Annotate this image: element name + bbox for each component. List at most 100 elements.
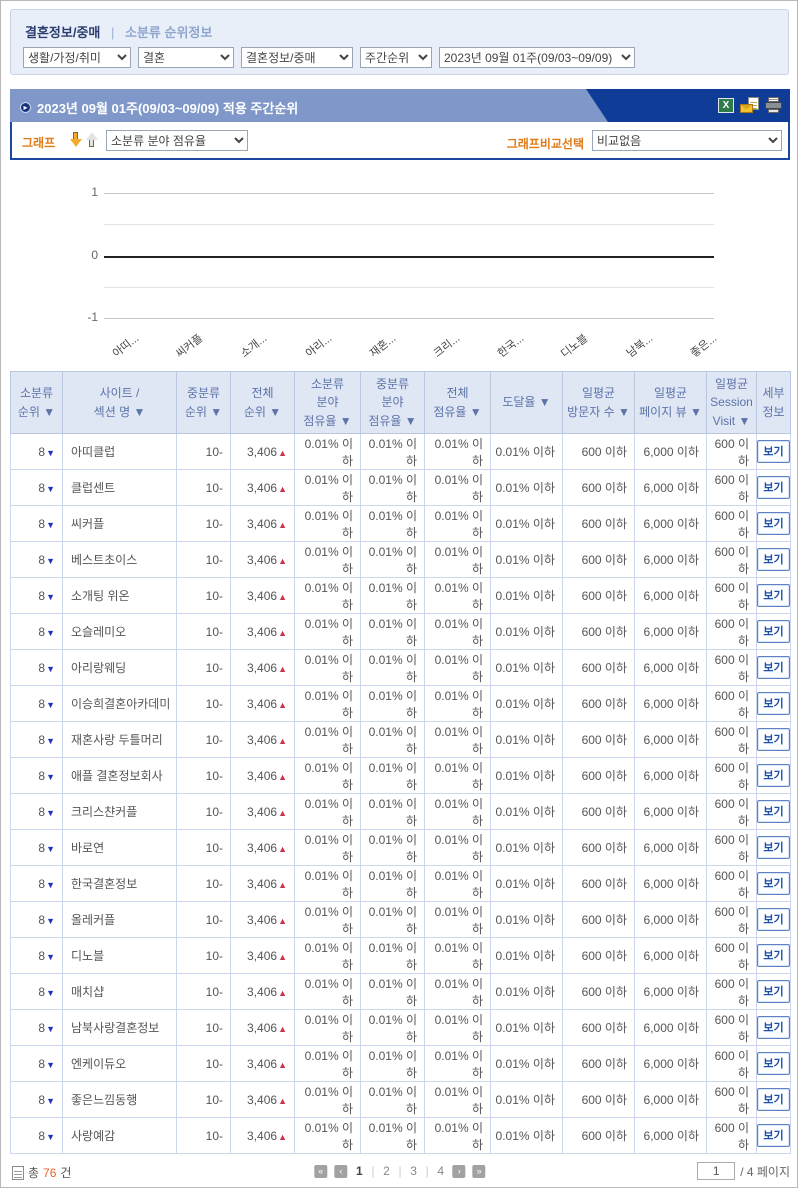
- cell-pageviews: 6,000 이하: [635, 686, 707, 722]
- rank-up-arrow: ▲: [278, 916, 287, 926]
- column-header-site-name[interactable]: 사이트 / 섹션 명 ▼: [63, 372, 177, 434]
- view-detail-button[interactable]: 보기: [757, 692, 789, 715]
- sort-ascending-arrow-icon[interactable]: [86, 132, 98, 147]
- cell-reach: 0.01% 이하: [491, 794, 563, 830]
- column-header-sub-share[interactable]: 소분류 분야 점유율 ▼: [295, 372, 361, 434]
- cell-pageviews: 6,000 이하: [635, 1010, 707, 1046]
- cell-visitors: 600 이하: [563, 542, 635, 578]
- excel-export-icon[interactable]: [718, 98, 734, 113]
- pagination-first-button[interactable]: «: [314, 1165, 327, 1178]
- column-header-sessions[interactable]: 일평균 Session Visit ▼: [707, 372, 757, 434]
- mail-export-icon[interactable]: [740, 97, 759, 113]
- pagination-page-2[interactable]: 2: [381, 1164, 391, 1178]
- gridline-4: [104, 318, 714, 319]
- sort-descending-arrow-icon[interactable]: [70, 132, 82, 147]
- cell-sub-share: 0.01% 이하: [295, 542, 361, 578]
- cell-reach: 0.01% 이하: [491, 1082, 563, 1118]
- cell-sub-share: 0.01% 이하: [295, 722, 361, 758]
- view-detail-button[interactable]: 보기: [757, 836, 789, 859]
- pagination-page-3[interactable]: 3: [409, 1164, 419, 1178]
- column-header-reach[interactable]: 도달율 ▼: [491, 372, 563, 434]
- view-detail-button[interactable]: 보기: [757, 728, 789, 751]
- filter-select-4[interactable]: 2023년 09월 01주(09/03~09/09): [439, 47, 635, 68]
- cell-total-rank: 3,406▲: [231, 470, 295, 506]
- cell-total-rank: 3,406▲: [231, 542, 295, 578]
- cell-sub-share: 0.01% 이하: [295, 578, 361, 614]
- filter-select-1[interactable]: 결혼: [138, 47, 234, 68]
- page-input[interactable]: [697, 1162, 735, 1180]
- cell-sub-rank: 8▼: [11, 830, 63, 866]
- cell-total-share: 0.01% 이하: [425, 794, 491, 830]
- rank-up-arrow: ▲: [278, 772, 287, 782]
- cell-total-rank: 3,406▲: [231, 794, 295, 830]
- view-detail-button[interactable]: 보기: [757, 872, 789, 895]
- cell-pageviews: 6,000 이하: [635, 974, 707, 1010]
- print-icon[interactable]: [765, 97, 782, 113]
- pagination-page-1[interactable]: 1: [354, 1164, 364, 1178]
- rank-up-arrow: ▲: [278, 880, 287, 890]
- page-title: 소분류 순위정보: [125, 25, 212, 40]
- filter-select-0[interactable]: 생활/가정/취미: [23, 47, 131, 68]
- cell-total-rank: 3,406▲: [231, 506, 295, 542]
- graph-metric-select[interactable]: 소분류 분야 점유율: [106, 130, 248, 151]
- cell-detail: 보기: [757, 614, 791, 650]
- rank-down-arrow: ▼: [46, 916, 55, 926]
- cell-total-share: 0.01% 이하: [425, 1118, 491, 1154]
- total-count: 76: [43, 1166, 56, 1180]
- view-detail-button[interactable]: 보기: [757, 1088, 789, 1111]
- pagination-next-button[interactable]: ›: [453, 1165, 466, 1178]
- pagination-last-button[interactable]: »: [473, 1165, 486, 1178]
- cell-detail: 보기: [757, 650, 791, 686]
- view-detail-button[interactable]: 보기: [757, 620, 789, 643]
- cell-visitors: 600 이하: [563, 1046, 635, 1082]
- view-detail-button[interactable]: 보기: [757, 548, 789, 571]
- view-detail-button[interactable]: 보기: [757, 476, 789, 499]
- column-header-detail: 세부 정보: [757, 372, 791, 434]
- pagination-separator: |: [371, 1164, 374, 1178]
- column-header-mid-rank[interactable]: 중분류 순위 ▼: [177, 372, 231, 434]
- cell-detail: 보기: [757, 1082, 791, 1118]
- view-detail-button[interactable]: 보기: [757, 584, 789, 607]
- column-header-sub-rank[interactable]: 소분류 순위 ▼: [11, 372, 63, 434]
- view-detail-button[interactable]: 보기: [757, 656, 789, 679]
- pagination-page-4[interactable]: 4: [436, 1164, 446, 1178]
- cell-reach: 0.01% 이하: [491, 1118, 563, 1154]
- view-detail-button[interactable]: 보기: [757, 800, 789, 823]
- filter-select-3[interactable]: 주간순위: [360, 47, 432, 68]
- cell-mid-rank: 10-: [177, 686, 231, 722]
- view-detail-button[interactable]: 보기: [757, 1124, 789, 1147]
- cell-sessions: 600 이하: [707, 902, 757, 938]
- cell-sub-rank: 8▼: [11, 506, 63, 542]
- graph-label: 그래프: [22, 134, 55, 151]
- view-detail-button[interactable]: 보기: [757, 944, 789, 967]
- view-detail-button[interactable]: 보기: [757, 512, 789, 535]
- cell-detail: 보기: [757, 758, 791, 794]
- view-detail-button[interactable]: 보기: [757, 1016, 789, 1039]
- cell-sub-rank: 8▼: [11, 614, 63, 650]
- column-header-pageviews[interactable]: 일평균 페이지 뷰 ▼: [635, 372, 707, 434]
- pagination-prev-button[interactable]: ‹: [334, 1165, 347, 1178]
- cell-total-share: 0.01% 이하: [425, 578, 491, 614]
- column-header-mid-share[interactable]: 중분류 분야 점유율 ▼: [361, 372, 425, 434]
- column-header-visitors[interactable]: 일평균 방문자 수 ▼: [563, 372, 635, 434]
- view-detail-button[interactable]: 보기: [757, 440, 789, 463]
- view-detail-button[interactable]: 보기: [757, 764, 789, 787]
- table-row: 8▼베스트초이스10-3,406▲0.01% 이하0.01% 이하0.01% 이…: [11, 542, 791, 578]
- filter-select-2[interactable]: 결혼정보/중매: [241, 47, 353, 68]
- column-header-total-share[interactable]: 전체 점유율 ▼: [425, 372, 491, 434]
- column-header-total-rank[interactable]: 전체 순위 ▼: [231, 372, 295, 434]
- cell-mid-rank: 10-: [177, 434, 231, 470]
- gridline-1: [104, 224, 714, 225]
- breadcrumb-separator: |: [111, 25, 114, 40]
- rank-up-arrow: ▲: [278, 808, 287, 818]
- view-detail-button[interactable]: 보기: [757, 980, 789, 1003]
- cell-detail: 보기: [757, 794, 791, 830]
- rank-down-arrow: ▼: [46, 520, 55, 530]
- view-detail-button[interactable]: 보기: [757, 908, 789, 931]
- cell-pageviews: 6,000 이하: [635, 506, 707, 542]
- view-detail-button[interactable]: 보기: [757, 1052, 789, 1075]
- cell-detail: 보기: [757, 434, 791, 470]
- cell-total-share: 0.01% 이하: [425, 1046, 491, 1082]
- graph-compare-select[interactable]: 비교없음: [592, 130, 782, 151]
- cell-mid-rank: 10-: [177, 830, 231, 866]
